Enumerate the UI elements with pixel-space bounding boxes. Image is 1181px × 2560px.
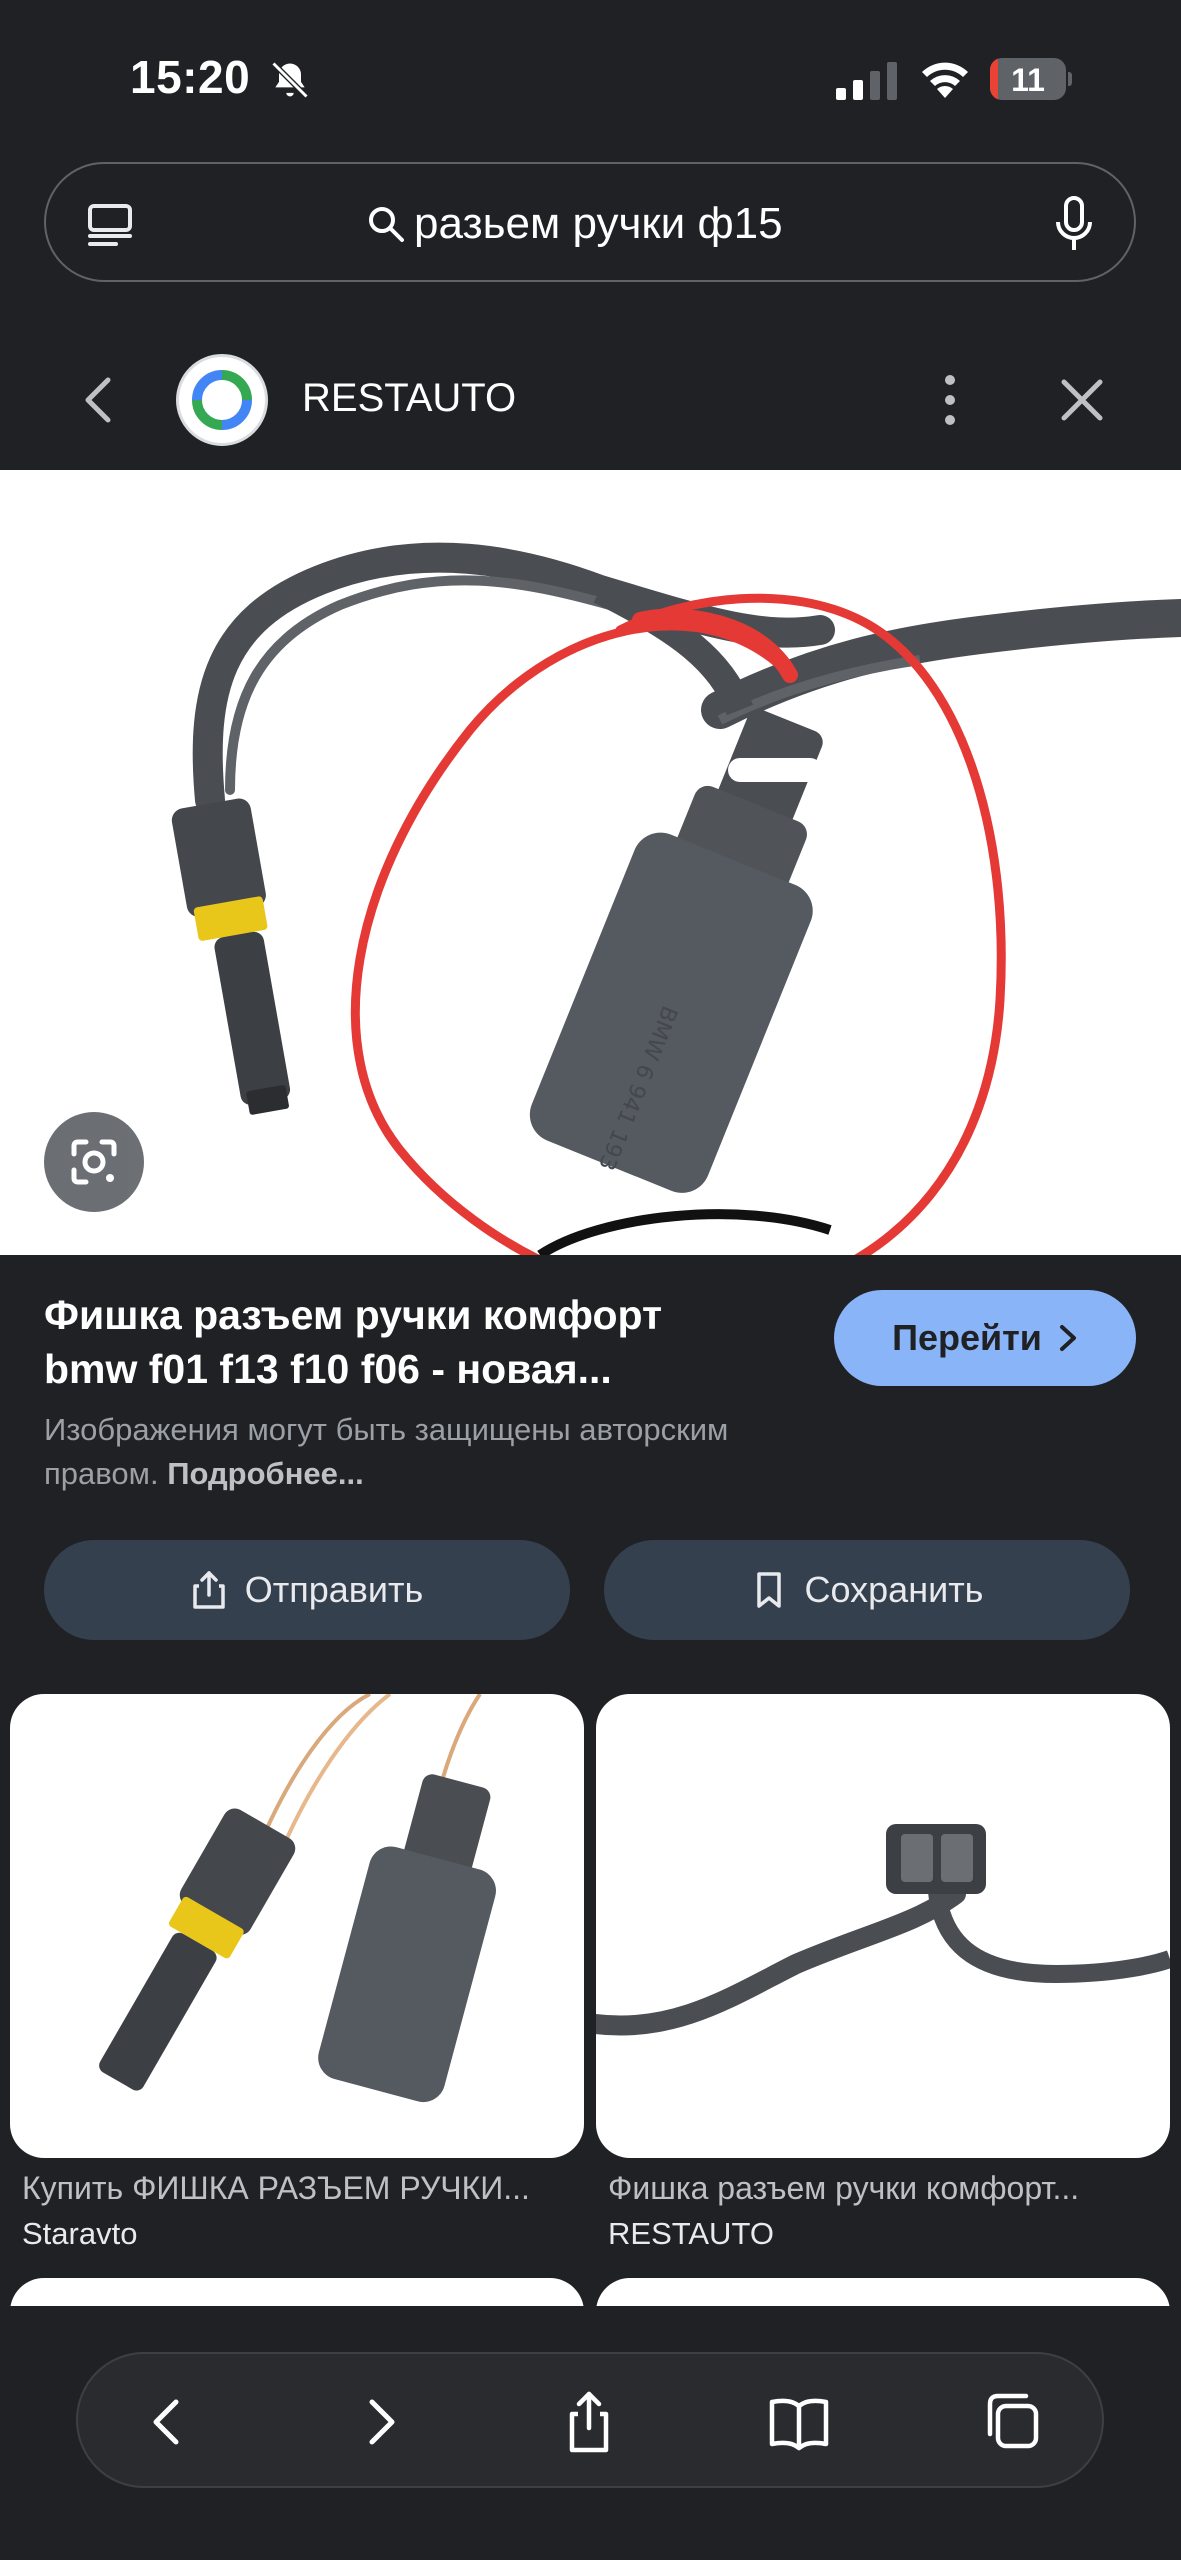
mic-icon[interactable] [1054, 196, 1094, 252]
back-chevron-icon[interactable] [82, 376, 114, 424]
search-bar[interactable]: разьем ручки ф15 [44, 162, 1136, 282]
go-button[interactable]: Перейти [834, 1290, 1136, 1386]
browser-toolbar [76, 2352, 1104, 2488]
source-name[interactable]: RESTAUTO [302, 376, 516, 421]
battery-icon: 11 [990, 58, 1072, 100]
forward-icon[interactable] [346, 2388, 416, 2456]
lens-button[interactable] [44, 1112, 144, 1212]
chevron-right-icon [1059, 1325, 1076, 1351]
main-image[interactable]: BMW 6 941 193 [0, 470, 1181, 1255]
lens-icon [71, 1139, 117, 1185]
bookmark-icon [756, 1572, 781, 1608]
search-query[interactable]: разьем ручки ф15 [414, 199, 783, 249]
status-time: 15:20 [130, 51, 251, 103]
back-icon[interactable] [132, 2388, 202, 2456]
connector-photo: BMW 6 941 193 [171, 542, 1181, 1255]
go-button-label: Перейти [892, 1317, 1042, 1358]
share-button[interactable]: Отправить [44, 1540, 570, 1640]
search-icon [369, 207, 404, 242]
related-source: RESTAUTO [608, 2216, 774, 2251]
tabs-icon[interactable] [978, 2388, 1048, 2456]
share-icon[interactable] [554, 2388, 624, 2456]
wifi-icon [922, 62, 968, 98]
copyright-notice: Изображения могут быть защищены авторски… [44, 1408, 844, 1496]
related-title[interactable]: Фишка разъем ручки комфорт... [608, 2170, 1168, 2207]
more-vertical-icon[interactable] [934, 372, 966, 428]
thumbnail-image [596, 1824, 1170, 2036]
copyright-more-link[interactable]: Подробнее... [167, 1456, 364, 1491]
bell-off-icon [271, 61, 309, 99]
save-label: Сохранить [804, 1569, 984, 1610]
result-title[interactable]: Фишка разъем ручки комфорт bmw f01 f13 f… [44, 1288, 764, 1396]
related-thumbnail[interactable] [10, 1694, 584, 2158]
share-icon [192, 1571, 225, 1609]
source-header: RESTAUTO [0, 340, 1181, 470]
battery-level: 11 [1011, 62, 1045, 98]
thumbnail-image [99, 1694, 496, 2103]
status-bar: 15:20 11 [0, 0, 1181, 150]
close-icon[interactable] [1060, 378, 1104, 422]
related-thumbnail[interactable] [596, 1694, 1170, 2158]
bookmarks-icon[interactable] [764, 2388, 834, 2456]
source-logo[interactable] [176, 354, 268, 446]
related-title[interactable]: Купить ФИШКА РАЗЪЕМ РУЧКИ... [22, 2170, 582, 2207]
copyright-text: Изображения могут быть защищены авторски… [44, 1412, 729, 1491]
save-button[interactable]: Сохранить [604, 1540, 1130, 1640]
share-label: Отправить [244, 1569, 424, 1610]
related-source: Staravto [22, 2216, 138, 2251]
signal-icon [836, 62, 897, 100]
tab-list-icon[interactable] [86, 200, 134, 248]
restauto-logo-icon [192, 370, 252, 430]
